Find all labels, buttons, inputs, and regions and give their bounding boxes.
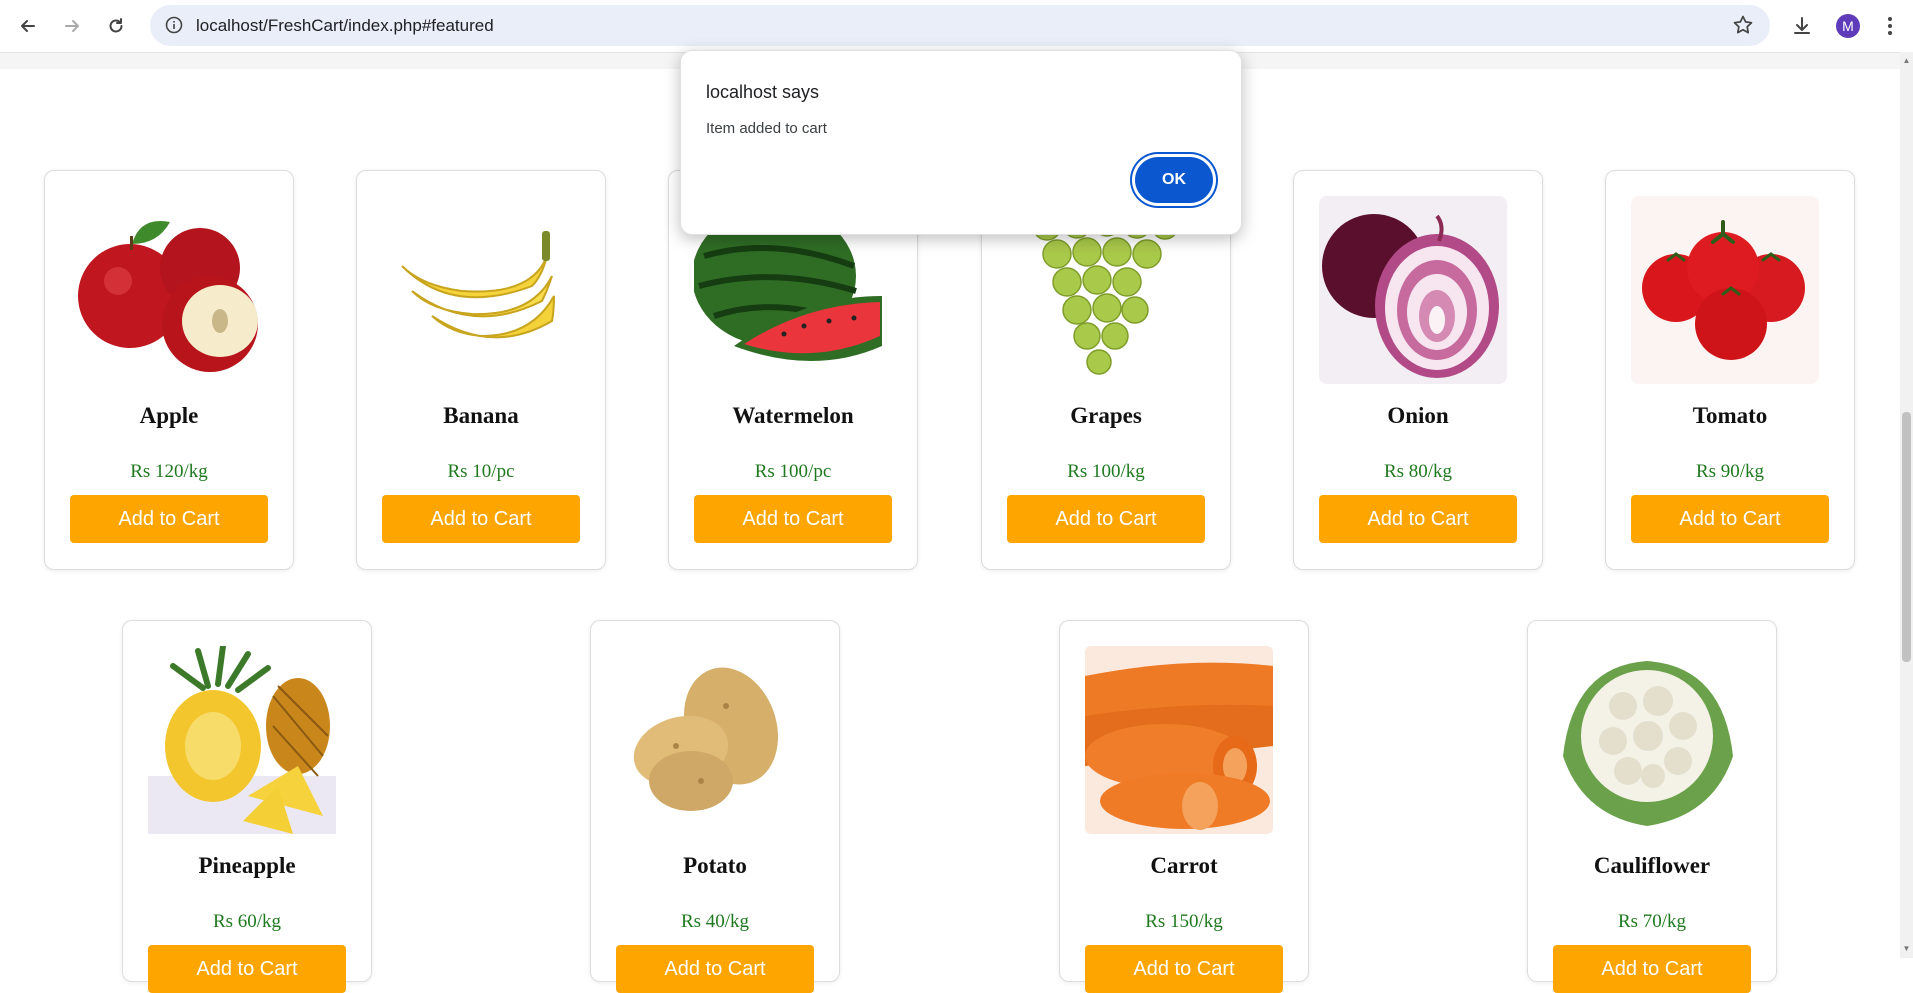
scroll-thumb[interactable]	[1902, 412, 1911, 662]
carrot-image	[1085, 646, 1273, 834]
tomato-image	[1631, 196, 1819, 384]
banana-image	[382, 196, 570, 384]
browser-toolbar: localhost/FreshCart/index.php#featured M	[0, 0, 1913, 53]
product-card-cauliflower: Cauliflower Rs 70/kg Add to Cart	[1527, 620, 1777, 993]
product-card-apple: Apple Rs 120/kg Add to Cart	[44, 170, 294, 570]
menu-kebab-icon[interactable]	[1876, 12, 1904, 40]
reload-icon[interactable]	[100, 10, 132, 42]
product-price: Rs 70/kg	[1617, 911, 1687, 932]
avatar: M	[1836, 14, 1860, 38]
product-card-potato: Potato Rs 40/kg Add to Cart	[590, 620, 840, 993]
product-name: Onion	[1387, 403, 1449, 428]
product-price: Rs 100/pc	[754, 461, 832, 482]
profile-avatar[interactable]: M	[1834, 12, 1862, 40]
product-card-banana: Banana Rs 10/pc Add to Cart	[356, 170, 606, 570]
forward-icon[interactable]	[56, 10, 88, 42]
page-scrollbar[interactable]: ▲ ▼	[1900, 52, 1913, 958]
product-price: Rs 120/kg	[130, 461, 208, 482]
download-icon[interactable]	[1788, 12, 1816, 40]
product-name: Watermelon	[732, 403, 854, 428]
product-card-tomato: Tomato Rs 90/kg Add to Cart	[1605, 170, 1855, 570]
product-name: Grapes	[1070, 403, 1142, 428]
url-text[interactable]: localhost/FreshCart/index.php#featured	[196, 16, 494, 36]
add-to-cart-button[interactable]: Add to Cart	[1085, 945, 1283, 993]
product-name: Pineapple	[198, 853, 296, 878]
product-price: Rs 60/kg	[212, 911, 282, 932]
product-name: Potato	[683, 853, 747, 878]
add-to-cart-button[interactable]: Add to Cart	[694, 495, 892, 543]
potato-image	[616, 646, 804, 834]
ok-button[interactable]: OK	[1135, 157, 1213, 203]
product-price: Rs 10/pc	[447, 461, 515, 482]
product-card-carrot: Carrot Rs 150/kg Add to Cart	[1059, 620, 1309, 993]
onion-image	[1319, 196, 1507, 384]
product-name: Tomato	[1692, 403, 1768, 428]
address-bar[interactable]: localhost/FreshCart/index.php#featured	[150, 5, 1770, 46]
bookmark-star-icon[interactable]	[1732, 14, 1754, 36]
product-price: Rs 80/kg	[1383, 461, 1453, 482]
cauliflower-image	[1553, 646, 1741, 834]
product-price: Rs 100/kg	[1067, 461, 1145, 482]
dialog-message: Item added to cart	[706, 120, 827, 137]
scroll-down-icon[interactable]: ▼	[1902, 944, 1911, 954]
dialog-title: localhost says	[706, 82, 820, 102]
add-to-cart-button[interactable]: Add to Cart	[1319, 495, 1517, 543]
alert-dialog: localhost says Item added to cart OK	[680, 50, 1242, 235]
product-name: Banana	[443, 403, 519, 428]
product-name: Apple	[139, 403, 199, 428]
product-name: Cauliflower	[1593, 853, 1711, 878]
product-price: Rs 40/kg	[680, 911, 750, 932]
product-price: Rs 90/kg	[1695, 461, 1765, 482]
site-info-icon[interactable]	[164, 15, 184, 35]
pineapple-image	[148, 643, 336, 834]
back-icon[interactable]	[12, 10, 44, 42]
product-card-onion: Onion Rs 80/kg Add to Cart	[1293, 170, 1543, 570]
add-to-cart-button[interactable]: Add to Cart	[1007, 495, 1205, 543]
product-name: Carrot	[1150, 853, 1218, 878]
add-to-cart-button[interactable]: Add to Cart	[1631, 495, 1829, 543]
add-to-cart-button[interactable]: Add to Cart	[70, 495, 268, 543]
apple-image	[70, 196, 258, 384]
product-price: Rs 150/kg	[1145, 911, 1223, 932]
add-to-cart-button[interactable]: Add to Cart	[616, 945, 814, 993]
scroll-up-icon[interactable]: ▲	[1902, 56, 1911, 66]
add-to-cart-button[interactable]: Add to Cart	[382, 495, 580, 543]
add-to-cart-button[interactable]: Add to Cart	[148, 945, 346, 993]
product-card-pineapple: Pineapple Rs 60/kg Add to Cart	[122, 620, 372, 993]
add-to-cart-button[interactable]: Add to Cart	[1553, 945, 1751, 993]
